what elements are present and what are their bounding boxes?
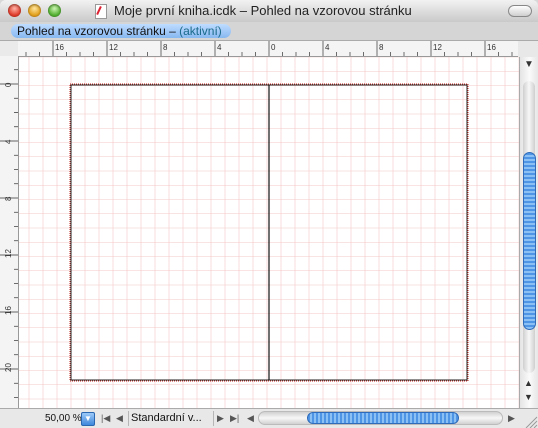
first-page-icon[interactable]: |◀ xyxy=(101,413,110,424)
horizontal-ruler[interactable]: 16 12 8 4 0 4 8 12 16 xyxy=(18,41,518,57)
arrow-left-icon[interactable]: ◀ xyxy=(247,413,254,424)
minimize-button[interactable] xyxy=(28,4,41,17)
page-canvas[interactable] xyxy=(19,57,519,408)
resize-grip-icon[interactable] xyxy=(523,414,538,428)
tab-label: Pohled na vzorovou stránku – xyxy=(17,24,180,38)
ruler-label: 16 xyxy=(55,43,64,52)
ruler-corner[interactable] xyxy=(0,41,19,57)
ruler-label: 4 xyxy=(325,43,330,52)
arrow-up-icon[interactable]: ▲ xyxy=(524,378,533,388)
ruler-label: 4 xyxy=(217,43,222,52)
next-page-icon[interactable]: ▶ xyxy=(217,413,224,424)
page-grid xyxy=(19,57,519,408)
vertical-ruler[interactable]: 0 4 8 12 16 20 xyxy=(0,56,19,408)
ruler-label: 4 xyxy=(4,139,13,144)
ruler-label: 8 xyxy=(163,43,168,52)
vertical-scroll-thumb[interactable] xyxy=(523,152,536,330)
separator xyxy=(213,411,214,426)
document-window: Moje první kniha.icdk – Pohled na vzorov… xyxy=(0,0,538,428)
status-bar: 50,00 % ▼ |◀ ◀ Standardní v... ▶ ▶| ◀ ▶ xyxy=(0,408,538,428)
arrow-down-icon[interactable]: ▼ xyxy=(524,392,533,402)
zoom-menu-button[interactable]: ▼ xyxy=(81,412,95,426)
zoom-button[interactable] xyxy=(48,4,61,17)
last-page-icon[interactable]: ▶| xyxy=(230,413,239,424)
prev-page-icon[interactable]: ◀ xyxy=(116,413,123,424)
ruler-label: 12 xyxy=(109,43,118,52)
tab-master-page-view[interactable]: Pohled na vzorovou stránku – (aktivní) xyxy=(11,24,231,38)
page-field[interactable]: Standardní v... xyxy=(131,412,211,425)
close-button[interactable] xyxy=(8,4,21,17)
document-icon[interactable] xyxy=(95,4,107,19)
ruler-label: 0 xyxy=(271,43,276,52)
horizontal-ruler-ticks: 16 12 8 4 0 4 8 12 16 xyxy=(25,41,513,56)
ruler-label: 12 xyxy=(4,249,13,258)
ruler-label: 8 xyxy=(379,43,384,52)
window-title: Moje první kniha.icdk – Pohled na vzorov… xyxy=(114,3,412,18)
ruler-label: 16 xyxy=(487,43,496,52)
zoom-level[interactable]: 50,00 % xyxy=(45,413,82,424)
tab-status: (aktivní) xyxy=(179,24,222,38)
arrow-right-icon[interactable]: ▶ xyxy=(508,413,515,424)
toolbar-toggle-button[interactable] xyxy=(508,5,532,17)
ruler-label: 0 xyxy=(4,82,13,87)
ruler-label: 16 xyxy=(4,306,13,315)
ruler-label: 12 xyxy=(433,43,442,52)
title-bar[interactable]: Moje první kniha.icdk – Pohled na vzorov… xyxy=(0,0,538,23)
arrow-up-top-icon[interactable]: ▼ xyxy=(524,59,534,70)
vertical-scrollbar[interactable]: ▼ ▲ ▼ xyxy=(519,57,538,408)
separator xyxy=(128,411,129,426)
horizontal-scroll-thumb[interactable] xyxy=(307,412,459,424)
ruler-label: 8 xyxy=(4,196,13,201)
horizontal-scrollbar[interactable] xyxy=(258,411,503,425)
ruler-label: 20 xyxy=(4,363,13,372)
tab-bar: Pohled na vzorovou stránku – (aktivní) xyxy=(0,22,538,41)
vertical-ruler-ticks: 0 4 8 12 16 20 xyxy=(0,69,18,398)
